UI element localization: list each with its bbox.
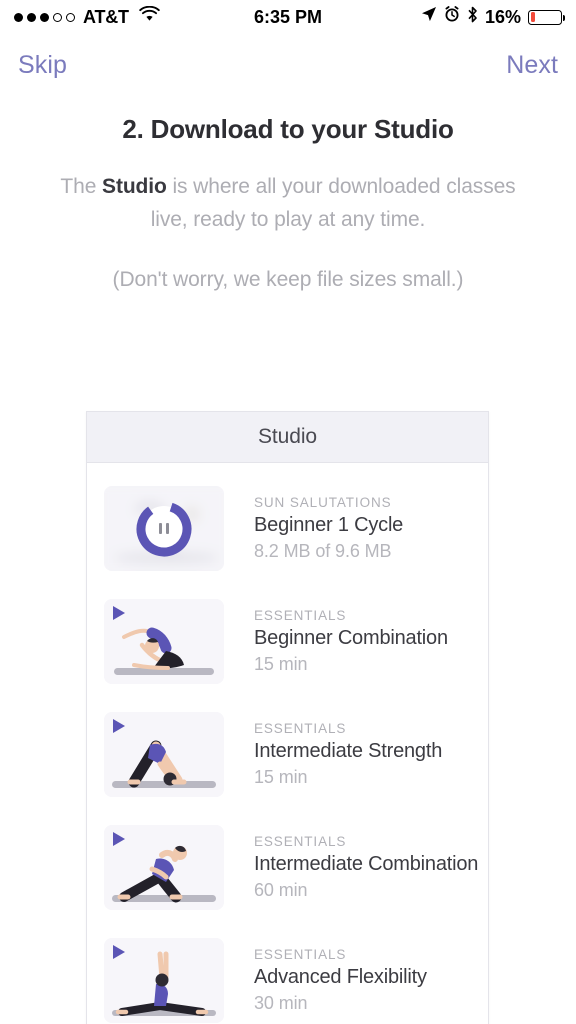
studio-card: Studio SUN SALUTATIONS Beginner 1 Cycle … — [86, 411, 489, 1024]
class-title: Advanced Flexibility — [254, 966, 427, 988]
play-icon[interactable] — [113, 945, 125, 959]
class-category: ESSENTIALS — [254, 834, 347, 849]
class-thumbnail[interactable] — [104, 712, 224, 797]
list-item[interactable]: SUN SALUTATIONS Beginner 1 Cycle 8.2 MB … — [87, 472, 488, 585]
class-title: Intermediate Strength — [254, 740, 443, 762]
battery-percent-label: 16% — [484, 6, 521, 27]
list-item[interactable]: ESSENTIALS Intermediate Combination 60 m… — [87, 811, 488, 924]
class-download-size: 8.2 MB of 9.6 MB — [254, 541, 392, 561]
onboarding-intro: 2. Download to your Studio The Studio is… — [0, 96, 576, 297]
class-info: ESSENTIALS Beginner Combination 15 min — [224, 608, 448, 675]
carrier-label: AT&T — [83, 6, 129, 27]
studio-class-list: SUN SALUTATIONS Beginner 1 Cycle 8.2 MB … — [87, 463, 488, 1024]
status-bar: AT&T 6:35 PM 16% — [0, 0, 576, 34]
list-item[interactable]: ESSENTIALS Beginner Combination 15 min — [87, 585, 488, 698]
class-thumbnail[interactable] — [104, 486, 224, 571]
skip-button[interactable]: Skip — [18, 51, 67, 80]
play-icon[interactable] — [113, 719, 125, 733]
intro-note-text: (Don't worry, we keep file sizes small.) — [112, 268, 464, 292]
class-info: ESSENTIALS Intermediate Combination 60 m… — [224, 834, 478, 901]
location-arrow-icon — [421, 6, 437, 28]
play-icon[interactable] — [113, 606, 125, 620]
intro-body-emphasis: Studio — [102, 175, 167, 198]
class-category: SUN SALUTATIONS — [254, 495, 392, 510]
class-title: Intermediate Combination — [254, 853, 479, 875]
class-category: ESSENTIALS — [254, 608, 347, 623]
class-title: Beginner Combination — [254, 627, 448, 649]
list-item[interactable]: ESSENTIALS Intermediate Strength 15 min — [87, 698, 488, 811]
class-category: ESSENTIALS — [254, 947, 347, 962]
class-info: SUN SALUTATIONS Beginner 1 Cycle 8.2 MB … — [224, 495, 403, 562]
download-progress-ring[interactable] — [104, 486, 224, 571]
class-thumbnail[interactable] — [104, 599, 224, 684]
class-info: ESSENTIALS Intermediate Strength 15 min — [224, 721, 442, 788]
status-bar-right: 16% — [421, 6, 565, 29]
class-thumbnail[interactable] — [104, 825, 224, 910]
play-icon[interactable] — [113, 832, 125, 846]
pause-icon[interactable] — [158, 523, 170, 534]
page-title: 2. Download to your Studio — [122, 114, 454, 144]
class-duration: 60 min — [254, 880, 308, 900]
battery-icon — [528, 9, 565, 25]
class-category: ESSENTIALS — [254, 721, 347, 736]
intro-body-text: The Studio is where all your downloaded … — [40, 171, 536, 236]
intro-body-prefix: The — [60, 175, 103, 198]
class-title: Beginner 1 Cycle — [254, 514, 404, 536]
wifi-icon — [139, 5, 160, 28]
signal-strength-dots — [14, 12, 75, 22]
class-thumbnail[interactable] — [104, 938, 224, 1023]
intro-body-suffix: is where all your downloaded classes liv… — [150, 175, 516, 231]
class-duration: 30 min — [254, 993, 308, 1013]
bluetooth-icon — [467, 6, 478, 29]
studio-card-header: Studio — [87, 412, 488, 463]
alarm-clock-icon — [444, 6, 460, 28]
next-button[interactable]: Next — [506, 51, 558, 80]
class-info: ESSENTIALS Advanced Flexibility 30 min — [224, 947, 427, 1014]
class-duration: 15 min — [254, 767, 308, 787]
studio-header-title: Studio — [258, 425, 317, 448]
list-item[interactable]: ESSENTIALS Advanced Flexibility 30 min — [87, 924, 488, 1024]
battery-fill — [530, 12, 536, 22]
status-bar-left: AT&T — [14, 5, 160, 28]
class-duration: 15 min — [254, 654, 308, 674]
onboarding-nav-bar: Skip Next — [0, 34, 576, 96]
